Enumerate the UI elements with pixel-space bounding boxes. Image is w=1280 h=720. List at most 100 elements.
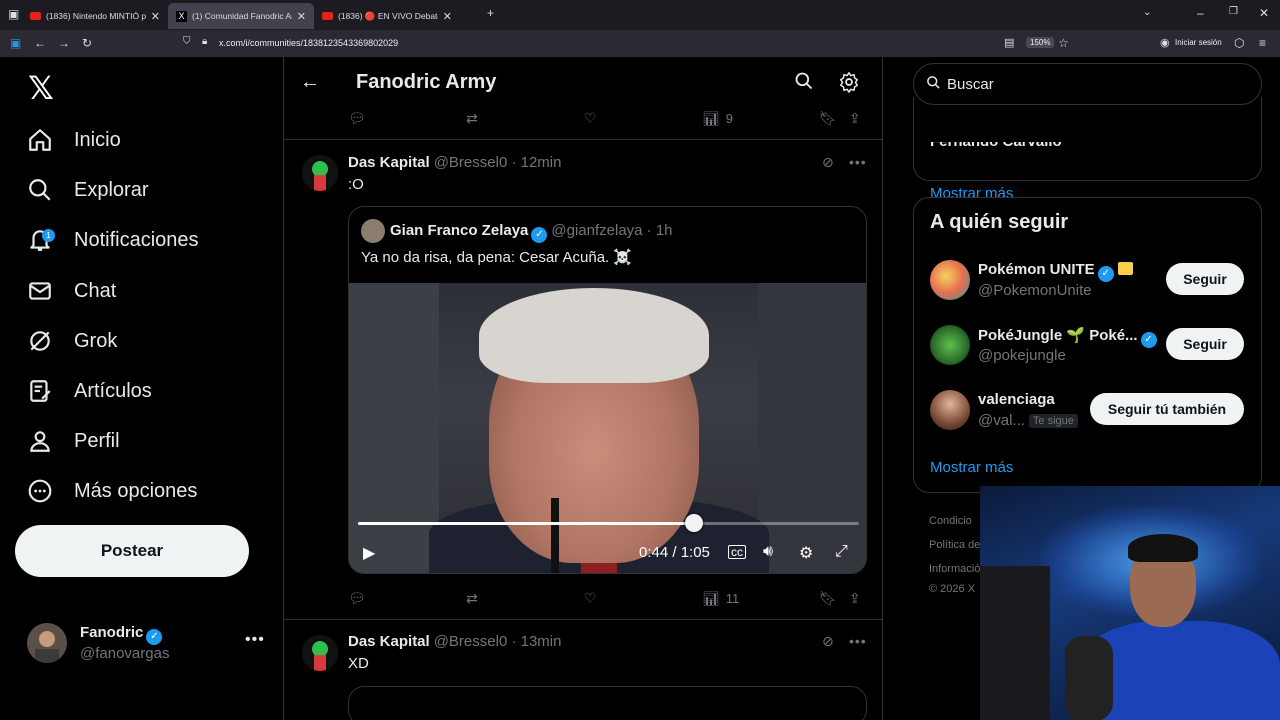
grok-icon — [27, 328, 53, 354]
grok-icon[interactable]: ⊘ — [822, 154, 834, 171]
account-switcher[interactable]: Fanodric ✓ @fanovargas ••• — [27, 623, 267, 667]
quoted-tweet[interactable]: Gian Franco Zelaya ✓ @gianfzelaya · 1h Ya … — [348, 206, 867, 574]
tab-overview-icon[interactable]: ▣ — [8, 7, 19, 21]
nav-label: Notificaciones — [74, 228, 199, 251]
mail-icon — [27, 278, 53, 304]
lock-icon[interactable]: 🔒︎ — [202, 36, 207, 47]
maximize-icon[interactable]: ❐ — [1229, 6, 1238, 17]
reply-icon[interactable]: 💬︎ — [348, 110, 366, 127]
follows-you-badge: Te sigue — [1028, 414, 1078, 428]
views-button[interactable]: 📊︎ 9 — [702, 110, 733, 127]
back-arrow-icon[interactable]: ← — [300, 71, 320, 94]
avatar[interactable] — [302, 155, 338, 191]
minimize-icon[interactable]: – — [1197, 6, 1204, 20]
follow-button[interactable]: Seguir — [1166, 263, 1244, 295]
nav-item-articulos[interactable]: Artículos — [27, 371, 152, 411]
forward-icon[interactable]: → — [58, 36, 70, 50]
video-scrubber-handle[interactable] — [684, 514, 703, 532]
nav-item-grok[interactable]: Grok — [27, 321, 117, 361]
tweet[interactable]: Das Kapital @Bressel0 · 12min ⊘ ••• :O Gi… — [284, 140, 882, 619]
nav-item-chat[interactable]: Chat — [27, 271, 116, 311]
captions-icon[interactable]: cc — [728, 545, 746, 559]
share-icon[interactable]: ⇪ — [849, 590, 861, 607]
gear-icon[interactable] — [838, 71, 860, 98]
chevron-down-icon[interactable]: ⌄ — [1143, 7, 1151, 18]
play-icon[interactable]: ▶ — [363, 543, 375, 563]
nav-item-mas-opciones[interactable]: Más opciones — [27, 471, 197, 511]
nav-item-notificaciones[interactable]: 1 Notificaciones — [27, 220, 199, 260]
more-icon[interactable]: ••• — [245, 631, 265, 649]
tweet[interactable]: Das Kapital @Bressel0 · 13min ⊘ ••• XD — [284, 620, 882, 720]
more-icon[interactable]: ••• — [849, 633, 867, 649]
nav-item-inicio[interactable]: Inicio — [27, 120, 121, 160]
extensions-icon[interactable]: ⬡ — [1234, 36, 1244, 50]
trends-card: Fernando Carvallo Mostrar más — [913, 97, 1262, 202]
account-icon[interactable]: ◉ — [1160, 36, 1170, 49]
youtube-icon — [30, 12, 41, 20]
avatar — [27, 623, 67, 663]
list-item[interactable]: Pokémon UNITE ✓ @PokemonUnite Seguir — [930, 258, 1250, 302]
views-button[interactable]: 📊︎ 11 — [702, 590, 739, 607]
follow-button[interactable]: Seguir — [1166, 328, 1244, 360]
list-item: Fernando Carvallo — [930, 133, 1062, 150]
sidebar-icon[interactable]: ▣ — [10, 36, 21, 50]
footer-link[interactable]: Informació — [929, 563, 980, 575]
zoom-level[interactable]: 150% — [1026, 37, 1055, 48]
search-icon[interactable] — [794, 71, 814, 96]
search-input[interactable]: Buscar — [913, 63, 1262, 105]
tweet-author[interactable]: Das Kapital @Bressel0 · 12min — [348, 154, 561, 171]
who-to-follow-card: A quién seguir Pokémon UNITE ✓ @PokemonUn… — [913, 197, 1262, 493]
list-item[interactable]: PokéJungle 🌱 Poké... ✓ @pokejungle Seguir — [930, 323, 1250, 367]
more-icon[interactable]: ••• — [849, 154, 867, 170]
window-close-icon[interactable]: ✕ — [1259, 6, 1269, 20]
grok-icon[interactable]: ⊘ — [822, 633, 834, 650]
reader-icon[interactable]: ▤ — [1004, 36, 1014, 49]
like-icon[interactable]: ♡ — [584, 590, 597, 607]
reload-icon[interactable]: ↻ — [82, 36, 92, 50]
webcam-image — [1128, 534, 1198, 562]
share-icon[interactable]: ⇪ — [849, 110, 861, 127]
post-button[interactable]: Postear — [15, 525, 249, 577]
nav-item-explorar[interactable]: Explorar — [27, 170, 148, 210]
new-tab-icon[interactable]: + — [487, 6, 494, 20]
close-icon[interactable]: ✕ — [151, 10, 160, 23]
nav-item-perfil[interactable]: Perfil — [27, 421, 120, 461]
list-item[interactable]: valenciaga @val... Te sigue Seguir tú tam… — [930, 388, 1250, 432]
like-icon[interactable]: ♡ — [584, 110, 597, 127]
volume-icon[interactable]: 🔊︎ — [763, 543, 773, 561]
bookmark-star-icon[interactable]: ☆ — [1058, 36, 1069, 50]
x-logo-icon[interactable]: 𝕏 — [28, 69, 54, 107]
account-handle: @fanovargas — [80, 645, 170, 662]
menu-icon[interactable]: ≡ — [1259, 36, 1266, 50]
tab-3[interactable]: (1836) 🔴 EN VIVO Debate pres... ✕ — [314, 3, 460, 29]
shield-icon[interactable]: ⛉ — [183, 36, 191, 47]
webcam-image — [980, 566, 1050, 720]
bookmark-icon[interactable]: 🔖︎ — [819, 110, 837, 127]
footer-link[interactable]: Política de — [929, 539, 980, 551]
tab-1[interactable]: (1836) Nintendo MINTIÓ para l... ✕ — [22, 3, 168, 29]
follow-back-button[interactable]: Seguir tú también — [1090, 393, 1244, 425]
reply-icon[interactable]: 💬︎ — [348, 590, 366, 607]
back-icon[interactable]: ← — [34, 36, 46, 50]
retweet-icon[interactable]: ⇄ — [466, 590, 478, 607]
footer-link[interactable]: Condicio — [929, 515, 972, 527]
tweet-author[interactable]: Das Kapital @Bressel0 · 13min — [348, 633, 561, 650]
close-icon[interactable]: ✕ — [443, 10, 452, 23]
close-icon[interactable]: ✕ — [297, 10, 306, 23]
url-text[interactable]: x.com/i/communities/1838123543369802029 — [219, 38, 398, 48]
signin-link[interactable]: Iniciar sesión — [1175, 38, 1222, 47]
show-more-link[interactable]: Mostrar más — [930, 459, 1013, 476]
avatar[interactable] — [302, 635, 338, 671]
bookmark-icon[interactable]: 🔖︎ — [819, 590, 837, 607]
retweet-icon[interactable]: ⇄ — [466, 110, 478, 127]
fullscreen-icon[interactable]: ⤢ — [835, 543, 848, 561]
left-navigation: 𝕏 Inicio Explorar 1 Notificaciones Chat … — [0, 57, 283, 720]
account-handle: @PokemonUnite — [978, 282, 1092, 299]
settings-gear-icon[interactable]: ⚙ — [799, 543, 813, 563]
quoted-tweet[interactable] — [348, 686, 867, 720]
video-progress-bar[interactable] — [358, 514, 859, 532]
video-player[interactable]: ▶ 0:44 / 1:05 cc 🔊︎ ⚙ ⤢ — [349, 283, 866, 573]
nav-label: Perfil — [74, 429, 120, 452]
avatar — [930, 390, 970, 430]
tab-2[interactable]: X (1) Comunidad Fanodric Ar... ✕ — [168, 3, 314, 29]
